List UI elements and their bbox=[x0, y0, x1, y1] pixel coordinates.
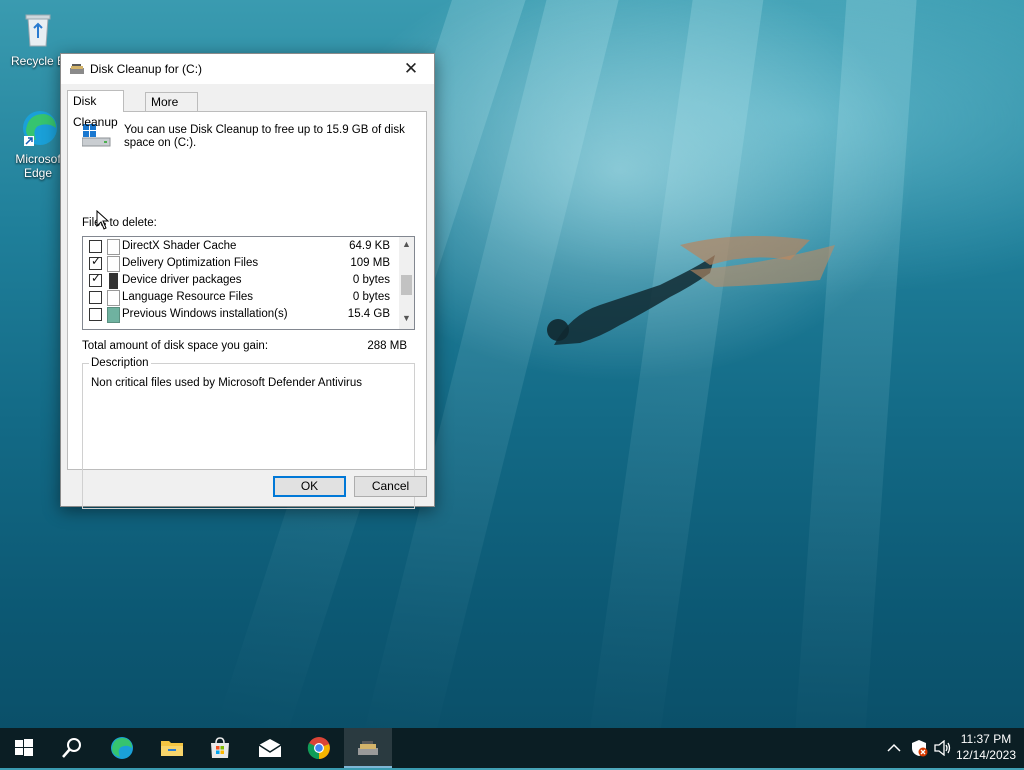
file-icon bbox=[107, 256, 120, 272]
shield-warning-icon bbox=[912, 740, 928, 757]
file-checkbox[interactable] bbox=[89, 291, 102, 304]
checkmark-icon: ✓ bbox=[91, 271, 102, 285]
scroll-down-icon[interactable]: ▼ bbox=[402, 313, 411, 323]
start-button[interactable] bbox=[0, 728, 48, 768]
close-button[interactable]: ✕ bbox=[388, 54, 434, 84]
chevron-up-icon bbox=[887, 743, 901, 752]
file-name: Previous Windows installation(s) bbox=[122, 308, 288, 320]
files-to-delete-label: Files to delete: bbox=[82, 217, 157, 229]
security-tray-button[interactable] bbox=[908, 728, 930, 768]
windows-installation-icon bbox=[107, 307, 120, 323]
list-item[interactable]: ✓ Delivery Optimization Files 109 MB bbox=[83, 254, 397, 272]
file-checkbox[interactable]: ✓ bbox=[89, 271, 102, 287]
taskbar: 11:37 PM 12/14/2023 bbox=[0, 728, 1024, 768]
file-size: 64.9 KB bbox=[349, 240, 390, 252]
volume-tray-button[interactable] bbox=[932, 728, 954, 768]
file-name: Device driver packages bbox=[122, 274, 242, 286]
file-size: 0 bytes bbox=[352, 274, 390, 286]
tab-more-options[interactable]: More Options bbox=[145, 92, 199, 128]
store-icon bbox=[211, 737, 229, 758]
description-legend: Description bbox=[89, 357, 151, 369]
driver-package-icon bbox=[109, 273, 118, 289]
search-button[interactable] bbox=[48, 728, 96, 768]
taskbar-clock[interactable]: 11:37 PM 12/14/2023 bbox=[956, 731, 1016, 763]
disk-cleanup-icon bbox=[358, 741, 378, 755]
file-icon bbox=[107, 290, 120, 306]
taskbar-disk-cleanup[interactable] bbox=[344, 728, 392, 768]
file-checkbox[interactable]: ✓ bbox=[89, 254, 102, 270]
windows-start-icon bbox=[15, 739, 33, 756]
list-item[interactable]: Language Resource Files 0 bytes bbox=[83, 289, 397, 306]
description-text: Non critical files used by Microsoft Def… bbox=[91, 377, 362, 389]
wallpaper-swimmer bbox=[547, 236, 835, 345]
intro-text: You can use Disk Cleanup to free up to 1… bbox=[124, 124, 405, 149]
file-size: 15.4 GB bbox=[347, 308, 390, 320]
folder-icon bbox=[161, 741, 183, 756]
mail-icon bbox=[258, 739, 282, 757]
speaker-icon bbox=[934, 740, 951, 756]
list-item[interactable]: Previous Windows installation(s) 15.4 GB bbox=[83, 306, 397, 323]
scroll-thumb[interactable] bbox=[401, 275, 412, 295]
files-to-delete-list[interactable]: DirectX Shader Cache 64.9 KB ✓ Delivery … bbox=[82, 236, 415, 330]
ok-button[interactable]: OK bbox=[273, 476, 346, 497]
file-checkbox[interactable] bbox=[89, 308, 102, 321]
file-size: 109 MB bbox=[350, 257, 390, 269]
list-item[interactable]: DirectX Shader Cache 64.9 KB bbox=[83, 238, 397, 255]
checkmark-icon: ✓ bbox=[91, 254, 102, 268]
taskbar-file-explorer[interactable] bbox=[148, 728, 196, 768]
close-icon: ✕ bbox=[403, 59, 419, 78]
file-name: DirectX Shader Cache bbox=[122, 240, 237, 252]
window-titlebar[interactable]: Disk Cleanup for (C:) ✕ bbox=[61, 54, 434, 84]
mouse-cursor-icon bbox=[96, 210, 110, 230]
edge-icon bbox=[23, 111, 57, 146]
file-checkbox[interactable] bbox=[89, 240, 102, 253]
list-scrollbar[interactable]: ▲ ▼ bbox=[399, 237, 414, 329]
window-title: Disk Cleanup for (C:) bbox=[90, 62, 203, 76]
file-icon bbox=[107, 239, 120, 255]
disk-cleanup-app-icon bbox=[70, 64, 84, 74]
file-name: Delivery Optimization Files bbox=[122, 257, 259, 269]
light-ray bbox=[792, 0, 920, 770]
list-item[interactable]: ✓ Device driver packages 0 bytes bbox=[83, 271, 397, 289]
cancel-button[interactable]: Cancel bbox=[354, 476, 427, 497]
chrome-icon bbox=[307, 737, 330, 760]
search-icon bbox=[62, 738, 81, 758]
edge-icon bbox=[111, 737, 133, 759]
taskbar-chrome[interactable] bbox=[295, 728, 343, 768]
taskbar-microsoft-store[interactable] bbox=[196, 728, 244, 768]
total-space-label: Total amount of disk space you gain: bbox=[82, 340, 269, 352]
disk-cleanup-panel: You can use Disk Cleanup to free up to 1… bbox=[67, 111, 427, 509]
show-hidden-icons-button[interactable] bbox=[884, 728, 904, 768]
file-name: Language Resource Files bbox=[122, 291, 254, 303]
recycle-bin-icon bbox=[25, 14, 51, 47]
file-size: 0 bytes bbox=[352, 291, 390, 303]
clock-date: 12/14/2023 bbox=[955, 748, 1016, 762]
total-space-value: 288 MB bbox=[367, 340, 407, 352]
light-ray bbox=[586, 0, 770, 767]
disk-cleanup-window: Disk Cleanup for (C:) ✕ Disk Cleanup Mor… bbox=[60, 53, 435, 509]
scroll-up-icon[interactable]: ▲ bbox=[402, 239, 411, 249]
clock-time: 11:37 PM bbox=[960, 732, 1012, 746]
taskbar-mail[interactable] bbox=[246, 728, 294, 768]
tab-disk-cleanup[interactable]: Disk Cleanup bbox=[67, 90, 124, 129]
taskbar-edge[interactable] bbox=[98, 728, 146, 768]
